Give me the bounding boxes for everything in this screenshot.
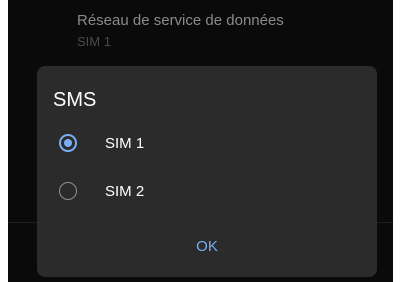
- radio-unchecked-icon[interactable]: [59, 182, 77, 200]
- setting-title: Réseau de service de données: [77, 12, 284, 29]
- settings-screen: Réseau de service de données SIM 1 SMS S…: [8, 0, 393, 282]
- phone-frame: Réseau de service de données SIM 1 SMS S…: [0, 0, 401, 282]
- ok-button[interactable]: OK: [182, 232, 232, 262]
- dialog-title: SMS: [53, 89, 97, 111]
- option-sim-2[interactable]: SIM 2: [47, 172, 367, 212]
- option-sim-1[interactable]: SIM 1: [47, 124, 367, 164]
- setting-subtitle: SIM 1: [77, 34, 111, 49]
- option-label: SIM 2: [105, 183, 145, 200]
- sms-sim-dialog: SMS SIM 1 SIM 2 OK: [37, 66, 377, 277]
- data-service-network-setting[interactable]: Réseau de service de données SIM 1: [8, 0, 393, 64]
- radio-checked-icon[interactable]: [59, 134, 77, 152]
- option-label: SIM 1: [105, 135, 145, 152]
